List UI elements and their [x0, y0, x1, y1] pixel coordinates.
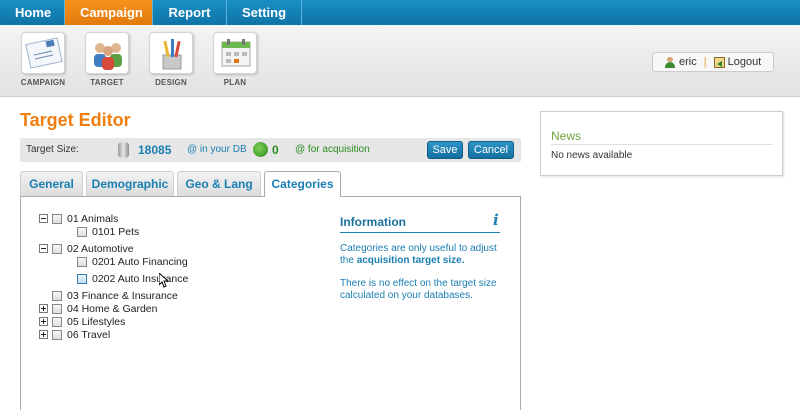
toolbar: CAMPAIGN TARGET DESIGN PLAN eric | Logou…	[0, 25, 800, 97]
tree-item-automotive: 02 Automotive	[39, 242, 134, 255]
news-box: News No news available	[540, 111, 783, 176]
design-tool[interactable]: DESIGN	[145, 32, 197, 87]
nav-report[interactable]: Report	[153, 0, 227, 25]
tree-item-animals: 01 Animals	[39, 212, 118, 225]
checkbox-lifestyles[interactable]	[52, 316, 62, 327]
tab-demographic[interactable]: Demographic	[86, 171, 174, 196]
envelope-icon	[21, 32, 65, 74]
acquisition-count: 0	[272, 143, 279, 157]
db-count: 18085	[138, 143, 172, 157]
checkbox-home-garden[interactable]	[52, 303, 62, 314]
tab-geo-lang[interactable]: Geo & Lang	[177, 171, 261, 196]
target-tool-label: TARGET	[90, 78, 124, 87]
checkbox-pets[interactable]	[77, 226, 87, 237]
info-title: Information	[340, 215, 406, 229]
tree-item-auto-insurance: 0202 Auto Insurance	[77, 272, 188, 285]
campaign-tool-label: CAMPAIGN	[20, 78, 66, 87]
pencil-cup-icon	[149, 32, 193, 74]
tree-label: 01 Animals	[67, 212, 119, 225]
plan-tool[interactable]: PLAN	[209, 32, 261, 87]
info-paragraph-1: Categories are only useful to adjust the…	[340, 243, 510, 267]
target-size-label: Target Size:	[26, 144, 79, 155]
calendar-icon	[213, 32, 257, 74]
news-divider	[551, 144, 773, 145]
tree-label: 04 Home & Garden	[67, 302, 158, 315]
user-box: eric | Logout	[652, 52, 774, 72]
news-title: News	[551, 129, 582, 143]
checkbox-travel[interactable]	[52, 329, 62, 340]
nav-setting[interactable]: Setting	[227, 0, 302, 25]
design-tool-label: DESIGN	[155, 78, 187, 87]
tree-label: 06 Travel	[67, 328, 111, 341]
tree-item-travel: 06 Travel	[39, 328, 110, 341]
page-title: Target Editor	[20, 110, 131, 130]
checkbox-auto-financing[interactable]	[77, 256, 87, 267]
tree-label: 0201 Auto Financing	[92, 255, 188, 268]
nav-campaign[interactable]: Campaign	[65, 0, 153, 25]
people-icon	[85, 32, 129, 74]
collapse-icon[interactable]	[39, 214, 48, 223]
plan-tool-label: PLAN	[223, 78, 247, 87]
campaign-tool[interactable]: CAMPAIGN	[17, 32, 69, 87]
checkbox-auto-insurance[interactable]	[77, 273, 87, 284]
tree-label: 02 Automotive	[67, 242, 134, 255]
tree-item-pets: 0101 Pets	[77, 225, 139, 238]
tab-categories[interactable]: Categories	[264, 171, 341, 197]
news-body: No news available	[551, 150, 633, 161]
nav-home[interactable]: Home	[0, 0, 65, 25]
target-tool[interactable]: TARGET	[81, 32, 133, 87]
top-nav: Home Campaign Report Setting	[0, 0, 800, 25]
tree-label: 03 Finance & Insurance	[67, 289, 178, 302]
logout-icon[interactable]	[713, 56, 725, 68]
db-count-label: @ in your DB	[187, 144, 247, 155]
tree-label: 05 Lifestyles	[67, 315, 126, 328]
logout-link[interactable]: Logout	[728, 56, 762, 68]
tree-item-home-garden: 04 Home & Garden	[39, 302, 157, 315]
info-text-b: acquisition target size.	[356, 255, 465, 266]
target-size-bar: Target Size: 18085 @ in your DB 0 @ for …	[20, 138, 521, 162]
tree-item-finance: 03 Finance & Insurance	[52, 289, 178, 302]
checkbox-automotive[interactable]	[52, 243, 62, 254]
expand-icon[interactable]	[39, 330, 48, 339]
save-button[interactable]: Save	[427, 141, 463, 159]
info-divider	[340, 232, 500, 233]
tab-general[interactable]: General	[20, 171, 83, 196]
user-icon	[665, 56, 675, 68]
database-icon	[118, 142, 129, 158]
tree-label: 0202 Auto Insurance	[92, 272, 189, 285]
expand-icon[interactable]	[39, 317, 48, 326]
tree-item-auto-financing: 0201 Auto Financing	[77, 255, 188, 268]
user-separator: |	[703, 56, 707, 68]
cancel-button[interactable]: Cancel	[468, 141, 514, 159]
info-paragraph-2: There is no effect on the target size ca…	[340, 278, 497, 301]
info-icon: i	[493, 211, 499, 229]
user-name[interactable]: eric	[679, 56, 697, 68]
expand-icon[interactable]	[39, 304, 48, 313]
checkbox-finance[interactable]	[52, 290, 62, 301]
tree-label: 0101 Pets	[92, 225, 140, 238]
globe-icon	[253, 142, 268, 157]
checkbox-animals[interactable]	[52, 213, 62, 224]
collapse-icon[interactable]	[39, 244, 48, 253]
tree-item-lifestyles: 05 Lifestyles	[39, 315, 125, 328]
acquisition-label: @ for acquisition	[295, 144, 370, 155]
